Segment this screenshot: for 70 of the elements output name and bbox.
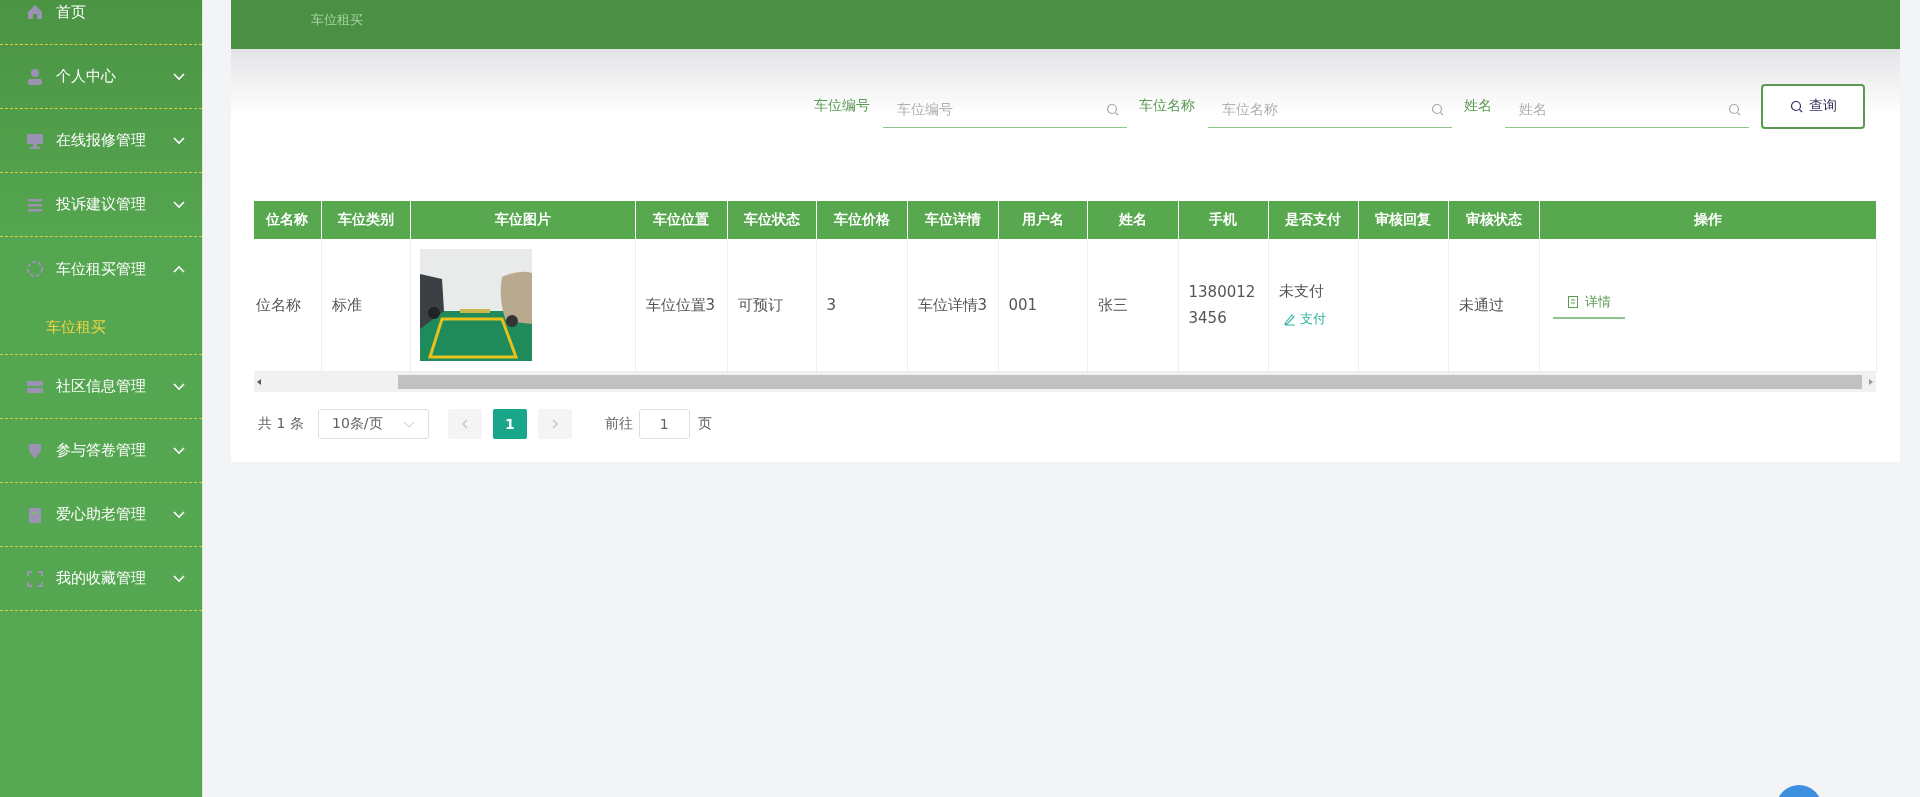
search-icon <box>1431 103 1444 116</box>
column-header: 审核状态 <box>1448 201 1539 239</box>
circle-icon <box>26 260 44 278</box>
breadcrumb[interactable]: 车位租买 <box>311 11 363 29</box>
document-icon <box>1566 295 1579 309</box>
table-cell: 可预订 <box>737 296 783 314</box>
search-button[interactable]: 查询 <box>1761 83 1865 129</box>
search-icon <box>1728 103 1741 116</box>
next-page-button[interactable] <box>537 409 572 439</box>
chevron-left-icon <box>460 419 469 429</box>
column-header: 车位位置 <box>635 201 727 239</box>
sidebar-item[interactable]: 我的收藏管理 <box>0 547 202 611</box>
sidebar-item[interactable]: 参与答卷管理 <box>0 419 202 483</box>
search-icon <box>1789 99 1803 113</box>
column-header: 车位状态 <box>727 201 816 239</box>
field-label: 车位名称 <box>1139 97 1195 115</box>
column-header: 手机 <box>1178 201 1268 239</box>
table-cell: 001 <box>1008 296 1038 314</box>
table-cell: 张三 <box>1097 296 1128 314</box>
column-header: 车位类别 <box>321 201 410 239</box>
field-label: 姓名 <box>1464 97 1492 115</box>
column-header: 用户名 <box>998 201 1087 239</box>
table-cell: 3 <box>826 296 837 314</box>
frame-icon <box>26 569 44 588</box>
search-icon <box>1106 103 1119 116</box>
sidebar-item[interactable]: 社区信息管理 <box>0 355 202 419</box>
column-header: 操作 <box>1539 201 1876 239</box>
page-size-select[interactable]: 10条/页 <box>317 409 429 439</box>
pay-link[interactable]: 支付 <box>1282 306 1326 332</box>
search-field[interactable]: 车位编号 <box>883 90 1127 128</box>
sidebar-item[interactable]: 投诉建议管理 <box>0 173 202 237</box>
column-header: 车位详情 <box>907 201 998 239</box>
sidebar-item[interactable]: 在线报修管理 <box>0 109 202 173</box>
monitor-icon <box>26 131 44 150</box>
table-cell-text: 未支付 <box>1278 281 1325 302</box>
column-header: 审核回复 <box>1358 201 1448 239</box>
sidebar-item[interactable]: 爱心助老管理 <box>0 483 202 547</box>
chevron-right-icon <box>550 419 559 429</box>
home-icon <box>26 3 44 21</box>
goto-label: 前往 <box>604 415 633 433</box>
sidebar-item[interactable]: 个人中心 <box>0 45 202 109</box>
submenu-item[interactable]: 车位租买 <box>46 318 106 337</box>
total-count: 共 1 条 <box>258 415 304 433</box>
column-header: 位名称 <box>254 201 321 239</box>
field-label: 车位编号 <box>814 97 870 115</box>
table-cell: 13800123456 <box>1188 283 1256 327</box>
scrollbar[interactable] <box>254 372 1876 392</box>
search-field[interactable]: 姓名 <box>1505 90 1749 128</box>
table-cell: 车位位置3 <box>645 296 716 314</box>
prev-page-button[interactable] <box>447 409 482 439</box>
page-input[interactable]: 1 <box>638 409 690 439</box>
table-cell: 位名称 <box>256 296 301 314</box>
column-header: 车位图片 <box>410 201 635 239</box>
sidebar-item[interactable]: 车位租买管理 <box>0 237 202 301</box>
user-icon <box>26 67 44 86</box>
edit-icon <box>1282 312 1296 326</box>
table-cell: 车位详情3 <box>917 296 988 314</box>
table-cell: 未通过 <box>1458 296 1504 314</box>
chevron-down-icon <box>402 419 415 429</box>
table-cell: 标准 <box>331 296 362 314</box>
sidebar-item[interactable]: 首页 <box>0 0 202 45</box>
column-header: 车位价格 <box>816 201 907 239</box>
page-suffix: 页 <box>697 415 712 433</box>
pin-icon <box>26 441 44 460</box>
clipboard-icon <box>26 505 44 524</box>
column-header: 是否支付 <box>1268 201 1358 239</box>
column-header: 姓名 <box>1087 201 1178 239</box>
search-field[interactable]: 车位名称 <box>1208 90 1452 128</box>
page-button[interactable]: 1 <box>492 409 527 439</box>
detail-button[interactable]: 详情 <box>1552 291 1625 319</box>
